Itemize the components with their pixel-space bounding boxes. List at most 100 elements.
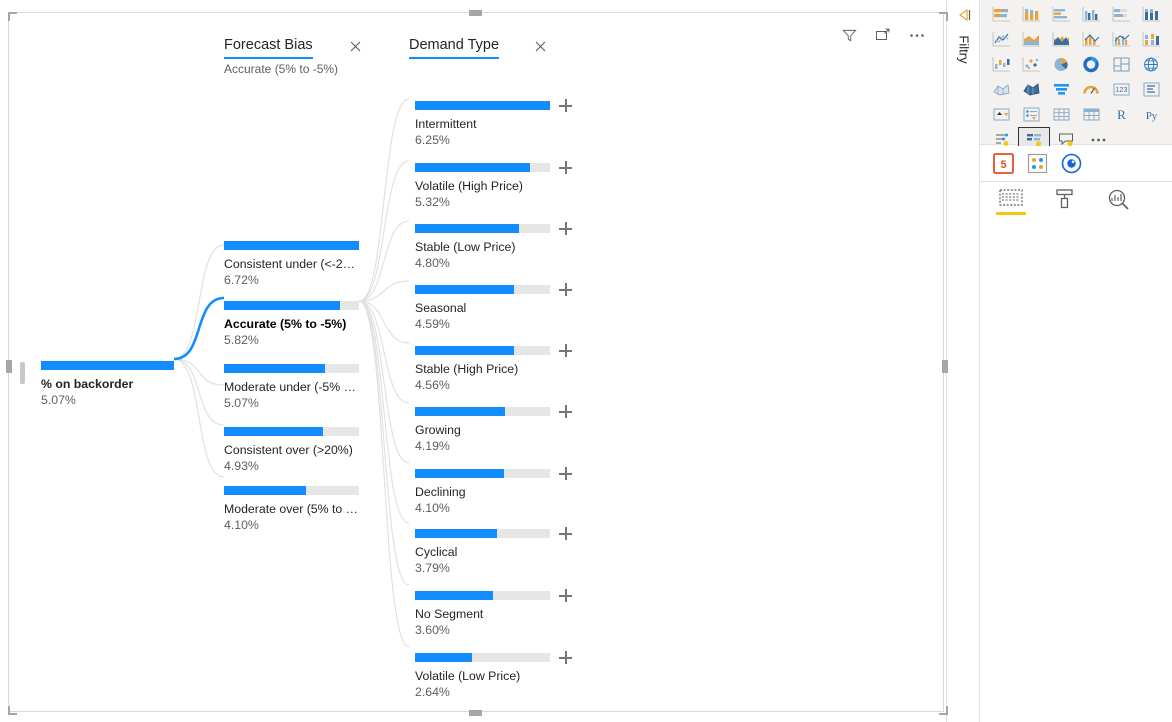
card-icon[interactable]: 123 — [1106, 77, 1136, 102]
resize-handle-bottom-center[interactable] — [469, 710, 482, 716]
kpi-icon[interactable] — [986, 102, 1016, 127]
tree-node-demand-type-3[interactable]: Seasonal 4.59% — [415, 283, 572, 331]
filters-pane-collapsed[interactable]: Filtry — [946, 0, 980, 722]
100-percent-stacked-bar-chart-icon[interactable] — [1106, 2, 1136, 27]
node-bar-fill — [224, 364, 326, 373]
expand-node-plus-icon[interactable] — [559, 589, 572, 602]
tree-node-forecast-bias-1[interactable]: Accurate (5% to -5%) 5.82% — [224, 301, 359, 347]
stacked-bar-chart-icon[interactable] — [986, 2, 1016, 27]
analytics-tab[interactable] — [1104, 188, 1134, 222]
node-bar-track — [415, 224, 550, 233]
r-script-visual-icon[interactable]: R — [1106, 102, 1136, 127]
viz-gallery-row — [986, 52, 1166, 77]
clustered-bar-chart-icon[interactable] — [1046, 2, 1076, 27]
expand-node-plus-icon[interactable] — [559, 467, 572, 480]
level-header-forecast-bias[interactable]: Forecast Bias — [224, 37, 313, 62]
level-header-demand-type[interactable]: Demand Type — [409, 37, 500, 62]
expand-node-plus-icon[interactable] — [559, 161, 572, 174]
tree-node-forecast-bias-2[interactable]: Moderate under (-5% … 5.07% — [224, 364, 359, 410]
area-chart-icon[interactable] — [1016, 27, 1046, 52]
100-percent-stacked-column-chart-icon[interactable] — [1136, 2, 1166, 27]
filled-map-icon[interactable] — [986, 77, 1016, 102]
expand-node-plus-icon[interactable] — [559, 527, 572, 540]
filter-icon[interactable] — [839, 25, 859, 45]
node-bar-track — [415, 469, 550, 478]
tree-node-forecast-bias-4[interactable]: Moderate over (5% to … 4.10% — [224, 486, 359, 532]
tree-node-demand-type-5[interactable]: Growing 4.19% — [415, 405, 572, 453]
waterfall-chart-icon[interactable] — [986, 52, 1016, 77]
fields-tab[interactable] — [996, 188, 1026, 222]
visualizations-pane: 123 R Py 5 — [980, 0, 1172, 722]
matrix-icon[interactable] — [1076, 102, 1106, 127]
focus-mode-icon[interactable] — [873, 25, 893, 45]
funnel-chart-icon[interactable] — [1046, 77, 1076, 102]
resize-handle-bottom-left[interactable] — [8, 703, 20, 715]
decomposition-tree-body: Forecast Bias Accurate (5% to -5%) Deman… — [9, 13, 945, 713]
ribbon-chart-icon[interactable] — [1136, 27, 1166, 52]
level-close-forecast-bias[interactable] — [350, 41, 361, 54]
tree-node-forecast-bias-3[interactable]: Consistent over (>20%) 4.93% — [224, 427, 359, 473]
map-icon[interactable] — [1136, 52, 1166, 77]
node-label: No Segment — [415, 607, 484, 621]
get-more-visuals-icon[interactable] — [1026, 153, 1048, 175]
python-visual-icon[interactable]: Py — [1136, 102, 1166, 127]
scatter-chart-icon[interactable] — [1016, 52, 1046, 77]
resize-handle-right-center[interactable] — [942, 360, 948, 373]
more-options-icon[interactable] — [907, 25, 927, 45]
pie-chart-icon[interactable] — [1046, 52, 1076, 77]
stacked-area-chart-icon[interactable] — [1046, 27, 1076, 52]
tree-node-demand-type-4[interactable]: Stable (High Price) 4.56% — [415, 344, 572, 392]
clustered-column-chart-icon[interactable] — [1076, 2, 1106, 27]
shape-map-icon[interactable] — [1016, 77, 1046, 102]
resize-handle-bottom-right[interactable] — [936, 703, 948, 715]
line-and-clustered-column-chart-icon[interactable] — [1106, 27, 1136, 52]
node-value: 4.10% — [224, 518, 259, 532]
node-bar-fill — [224, 301, 341, 310]
node-bar-track — [415, 163, 550, 172]
table-icon[interactable] — [1046, 102, 1076, 127]
node-value: 3.79% — [415, 561, 450, 575]
node-value: 4.10% — [415, 501, 450, 515]
decomposition-tree-visual[interactable]: Forecast Bias Accurate (5% to -5%) Deman… — [6, 10, 948, 716]
expand-node-plus-icon[interactable] — [559, 99, 572, 112]
line-and-stacked-column-chart-icon[interactable] — [1076, 27, 1106, 52]
powerbi-visual-icon[interactable] — [1060, 153, 1082, 175]
resize-handle-top-center[interactable] — [469, 10, 482, 16]
tree-node-demand-type-9[interactable]: Volatile (Low Price) 2.64% — [415, 651, 572, 699]
slicer-icon[interactable] — [1016, 102, 1046, 127]
expand-node-plus-icon[interactable] — [559, 651, 572, 664]
tree-node-demand-type-6[interactable]: Declining 4.10% — [415, 467, 572, 515]
node-label: Moderate over (5% to … — [224, 502, 358, 516]
html-visual-icon[interactable]: 5 — [992, 153, 1014, 175]
filters-pane-label: Filtry — [956, 35, 972, 64]
node-label: Moderate under (-5% … — [224, 380, 356, 394]
expand-node-plus-icon[interactable] — [559, 344, 572, 357]
resize-handle-top-left[interactable] — [8, 12, 20, 24]
resize-handle-top-right[interactable] — [936, 12, 948, 24]
multi-row-card-icon[interactable] — [1136, 77, 1166, 102]
gauge-chart-icon[interactable] — [1076, 77, 1106, 102]
treemap-icon[interactable] — [1106, 52, 1136, 77]
tree-scroll-handle[interactable] — [20, 362, 25, 384]
svg-text:Py: Py — [1145, 110, 1157, 122]
donut-chart-icon[interactable] — [1076, 52, 1106, 77]
level-close-demand-type[interactable] — [535, 41, 546, 54]
tree-node-demand-type-1[interactable]: Volatile (High Price) 5.32% — [415, 161, 572, 209]
tree-node-demand-type-0[interactable]: Intermittent 6.25% — [415, 99, 572, 147]
expand-node-plus-icon[interactable] — [559, 222, 572, 235]
format-tab[interactable] — [1050, 188, 1080, 222]
line-chart-icon[interactable] — [986, 27, 1016, 52]
tree-node-demand-type-8[interactable]: No Segment 3.60% — [415, 589, 572, 637]
stacked-column-chart-icon[interactable] — [1016, 2, 1046, 27]
tree-node-root[interactable]: % on backorder 5.07% — [41, 361, 174, 407]
visualization-gallery[interactable]: 123 R Py — [980, 0, 1172, 152]
node-bar-track — [415, 653, 550, 662]
node-value: 6.72% — [224, 273, 259, 287]
resize-handle-left-center[interactable] — [6, 360, 12, 373]
tree-node-forecast-bias-0[interactable]: Consistent under (<-2… 6.72% — [224, 241, 359, 287]
tree-node-demand-type-7[interactable]: Cyclical 3.79% — [415, 527, 572, 575]
expand-node-plus-icon[interactable] — [559, 283, 572, 296]
expand-node-plus-icon[interactable] — [559, 405, 572, 418]
tree-node-demand-type-2[interactable]: Stable (Low Price) 4.80% — [415, 222, 572, 270]
active-tab-underline — [996, 212, 1026, 215]
